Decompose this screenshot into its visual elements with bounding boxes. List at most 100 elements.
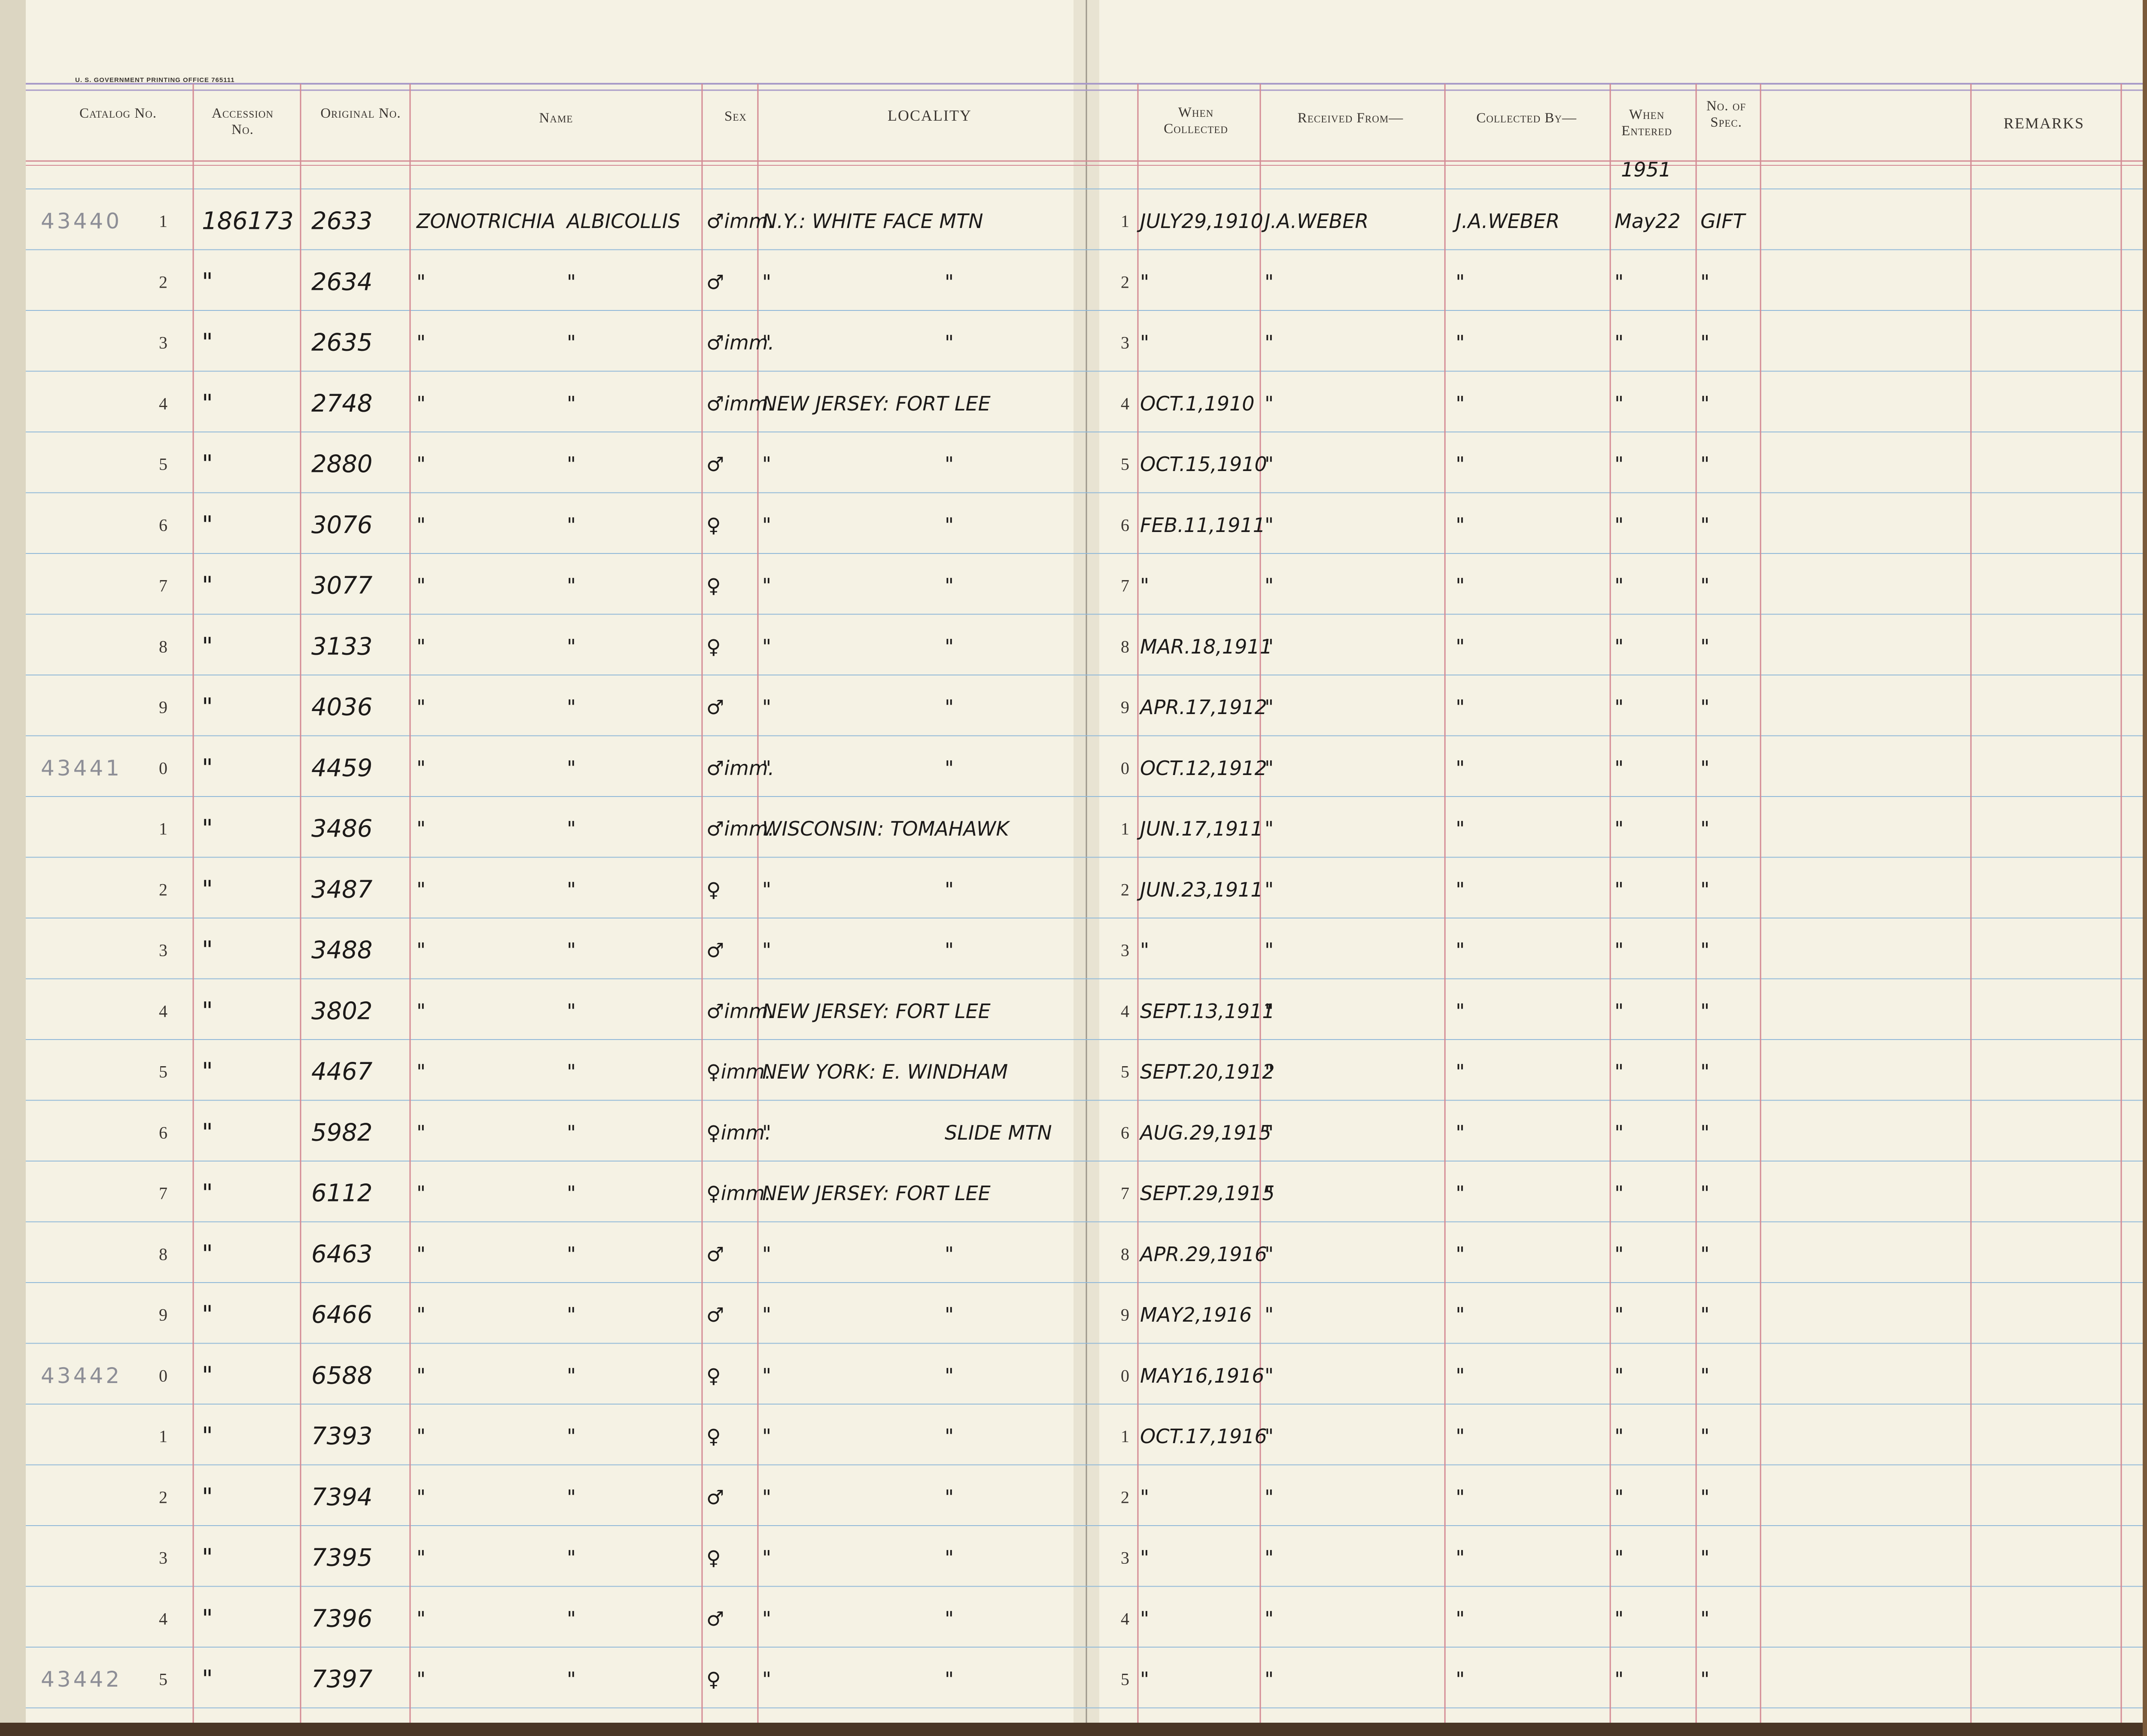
- locality: ": [762, 635, 772, 658]
- header-collected-by: Collected By—: [1476, 110, 1577, 126]
- when-entered: ": [1615, 1121, 1624, 1144]
- name-species: ": [567, 939, 576, 962]
- date-row-digit: 6: [1121, 515, 1129, 535]
- accession-no: ": [202, 1058, 213, 1086]
- catalog-prefix: 43442: [41, 1363, 122, 1388]
- no-of-spec: ": [1700, 1546, 1710, 1569]
- name-species: ": [567, 817, 576, 840]
- original-no: 7396: [311, 1605, 373, 1633]
- name-genus: ": [417, 1060, 426, 1083]
- header-when-collected: When Collected: [1164, 105, 1228, 137]
- original-no: 3133: [311, 632, 373, 660]
- received-from: ": [1265, 939, 1274, 962]
- date-row-digit: 5: [1121, 1669, 1129, 1689]
- date-row-digit: 0: [1121, 758, 1129, 778]
- original-no: 7397: [311, 1665, 373, 1693]
- entered-year: 1951: [1621, 158, 1672, 181]
- gpo-imprint: U. S. GOVERNMENT PRINTING OFFICE 765111: [75, 76, 235, 84]
- name-species: ": [567, 635, 576, 658]
- collected-by: ": [1456, 756, 1465, 780]
- locality-continued: ": [945, 635, 954, 658]
- when-collected: APR.29,1916: [1140, 1242, 1268, 1266]
- sex: ♂: [706, 939, 724, 962]
- when-collected: MAY2,1916: [1140, 1303, 1252, 1326]
- locality-continued: ": [945, 1242, 954, 1266]
- when-collected: ": [1140, 574, 1150, 597]
- original-no: 3802: [311, 997, 373, 1025]
- name-species: ": [567, 756, 576, 780]
- sex: ♀: [706, 1425, 721, 1448]
- name-genus: ": [417, 1607, 426, 1630]
- name-genus: ": [417, 1182, 426, 1205]
- when-entered: ": [1615, 270, 1624, 294]
- when-entered: ": [1615, 1546, 1624, 1569]
- date-row-digit: 4: [1121, 394, 1129, 413]
- no-of-spec: ": [1700, 696, 1710, 719]
- received-from: ": [1265, 1607, 1274, 1630]
- original-no: 6112: [311, 1179, 373, 1207]
- no-of-spec: ": [1700, 1425, 1710, 1448]
- accession-no: ": [202, 1240, 213, 1268]
- when-collected: ": [1140, 1607, 1150, 1630]
- locality-continued: ": [945, 939, 954, 962]
- received-from: ": [1265, 1303, 1274, 1326]
- catalog-digit: 4: [159, 1001, 167, 1021]
- date-row-digit: 5: [1121, 1062, 1129, 1082]
- original-no: 3486: [311, 815, 373, 843]
- locality: ": [762, 574, 772, 597]
- locality-continued: ": [945, 1668, 954, 1691]
- sex: ♂: [706, 1242, 724, 1266]
- received-from: ": [1265, 392, 1274, 415]
- accession-no: ": [202, 1544, 213, 1572]
- locality-continued: ": [945, 453, 954, 476]
- original-no: 2634: [311, 268, 373, 296]
- collected-by: ": [1456, 1607, 1465, 1630]
- no-of-spec: ": [1700, 878, 1710, 901]
- received-from: ": [1265, 513, 1274, 537]
- accession-no: ": [202, 1301, 213, 1329]
- name-species: ": [567, 1425, 576, 1448]
- locality-continued: ": [945, 1303, 954, 1326]
- no-of-spec: ": [1700, 1668, 1710, 1691]
- received-from: ": [1265, 574, 1274, 597]
- accession-no: ": [202, 328, 213, 357]
- collected-by: ": [1456, 999, 1465, 1023]
- collected-by: ": [1456, 1485, 1465, 1509]
- original-no: 7395: [311, 1544, 373, 1572]
- catalog-digit: 7: [159, 1183, 167, 1203]
- catalog-digit: 1: [159, 819, 167, 839]
- received-from: J.A.WEBER: [1265, 210, 1369, 233]
- name-genus: ": [417, 453, 426, 476]
- catalog-digit: 2: [159, 1487, 167, 1507]
- received-from: ": [1265, 331, 1274, 354]
- original-no: 2635: [311, 328, 373, 357]
- original-no: 3487: [311, 876, 373, 903]
- accession-no: ": [202, 693, 213, 721]
- name-genus: ": [417, 1485, 426, 1509]
- no-of-spec: ": [1700, 999, 1710, 1023]
- accession-no: ": [202, 450, 213, 478]
- original-no: 6588: [311, 1362, 373, 1389]
- name-species: ": [567, 999, 576, 1023]
- sex: ♂: [706, 1303, 724, 1326]
- name-species: ": [567, 574, 576, 597]
- locality: ": [762, 1485, 772, 1509]
- catalog-digit: 4: [159, 1609, 167, 1628]
- name-species: ": [567, 453, 576, 476]
- original-no: 6463: [311, 1240, 373, 1268]
- accession-no: ": [202, 389, 213, 417]
- received-from: ": [1265, 1242, 1274, 1266]
- when-collected: OCT.12,1912: [1140, 756, 1267, 780]
- received-from: ": [1265, 1060, 1274, 1083]
- sex: ♂: [706, 1607, 724, 1630]
- when-entered: ": [1615, 1425, 1624, 1448]
- catalog-digit: 0: [159, 758, 167, 778]
- original-no: 7393: [311, 1422, 373, 1450]
- no-of-spec: ": [1700, 1303, 1710, 1326]
- catalog-prefix: 43440: [41, 209, 122, 234]
- collected-by: ": [1456, 878, 1465, 901]
- when-entered: ": [1615, 1485, 1624, 1509]
- when-entered: ": [1615, 939, 1624, 962]
- sex: ♂: [706, 270, 724, 294]
- date-row-digit: 4: [1121, 1609, 1129, 1628]
